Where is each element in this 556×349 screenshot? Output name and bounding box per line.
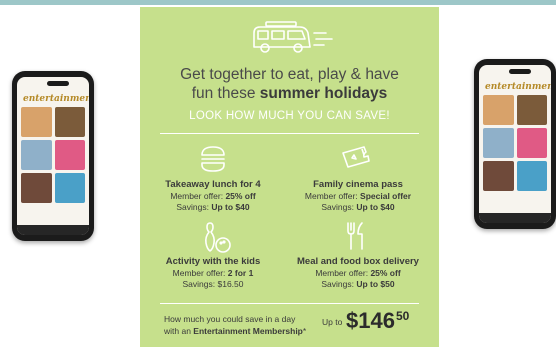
offer-savings-line: Savings: Up to $40 bbox=[285, 202, 431, 213]
footer-line-1: How much you could save in a day bbox=[164, 314, 296, 324]
offer-value: 2 for 1 bbox=[227, 268, 254, 278]
offer-tile bbox=[516, 161, 547, 191]
offer-value: Special offer bbox=[360, 191, 412, 201]
offer-label: Member offer: bbox=[315, 268, 371, 278]
cutlery-icon bbox=[347, 222, 363, 250]
offer-label: Member offer: bbox=[172, 268, 228, 278]
offer-tiles bbox=[21, 107, 85, 203]
footer-line-2: with an Entertainment Membership* bbox=[164, 325, 306, 337]
savings-value: Up to $40 bbox=[211, 202, 250, 212]
offer-tile bbox=[483, 128, 514, 158]
phone-notch bbox=[47, 81, 69, 86]
offer-tile bbox=[21, 173, 52, 203]
offer-member-line: Member offer: 25% off bbox=[140, 191, 286, 202]
offer-tile bbox=[516, 128, 547, 158]
price-dollars: $146 bbox=[346, 308, 395, 333]
offer-member-line: Member offer: 25% off bbox=[285, 268, 431, 279]
offer-savings-line: Savings: Up to $50 bbox=[285, 279, 431, 290]
phone-screen: entertainment bbox=[479, 65, 551, 223]
offer-tile bbox=[54, 140, 85, 170]
offer-value: 25% off bbox=[225, 191, 256, 201]
offer-tile bbox=[516, 95, 547, 125]
savings-label: Savings: bbox=[321, 202, 357, 212]
offer-tile bbox=[21, 140, 52, 170]
headline-line-2-bold: summer holidays bbox=[259, 85, 388, 102]
campervan-icon bbox=[253, 21, 333, 53]
top-divider bbox=[160, 133, 419, 134]
entertainment-logo: entertainment bbox=[485, 82, 551, 92]
savings-value: $16.50 bbox=[217, 279, 244, 289]
footer-text: How much you could save in a day with an… bbox=[164, 313, 306, 337]
offer-title: Family cinema pass bbox=[313, 179, 403, 190]
offer-savings-line: Savings: $16.50 bbox=[140, 279, 286, 290]
savings-label: Savings: bbox=[321, 279, 357, 289]
headline-line-2: fun these summer holidays bbox=[140, 84, 439, 103]
offer-tile bbox=[54, 107, 85, 137]
phone-nav-bar bbox=[17, 225, 89, 235]
phone-notch bbox=[509, 69, 531, 74]
offer-item-activity: Activity with the kids Member offer: 2 f… bbox=[140, 256, 286, 290]
phone-screen: entertainment bbox=[17, 77, 89, 235]
subheading: LOOK HOW MUCH YOU CAN SAVE! bbox=[189, 110, 390, 122]
offer-label: Member offer: bbox=[304, 191, 361, 201]
savings-label: Savings: bbox=[182, 279, 218, 289]
bottom-divider bbox=[160, 303, 419, 304]
offer-tiles bbox=[483, 95, 547, 191]
offer-title: Takeaway lunch for 4 bbox=[165, 179, 261, 190]
promo-panel: Get together to eat, play & have fun the… bbox=[140, 7, 439, 347]
offer-savings-line: Savings: Up to $40 bbox=[140, 202, 286, 213]
cinema-ticket-icon bbox=[342, 146, 370, 168]
offer-tile bbox=[54, 173, 85, 203]
headline-line-1: Get together to eat, play & have bbox=[180, 66, 399, 83]
burger-icon bbox=[201, 146, 225, 172]
top-accent-strip bbox=[0, 0, 556, 5]
bowling-icon bbox=[205, 222, 231, 253]
offer-tile bbox=[483, 95, 514, 125]
offer-item-cinema: Family cinema pass Member offer: Special… bbox=[285, 179, 431, 213]
footer-asterisk: * bbox=[302, 326, 307, 336]
offer-member-line: Member offer: Special offer bbox=[285, 191, 431, 202]
savings-footer: How much you could save in a day with an… bbox=[160, 308, 419, 337]
phone-mockup-left: entertainment bbox=[12, 71, 94, 241]
membership-name: Entertainment Membership bbox=[193, 326, 303, 336]
price-cents: 50 bbox=[395, 309, 410, 323]
offer-item-takeaway: Takeaway lunch for 4 Member offer: 25% o… bbox=[140, 179, 286, 213]
savings-value: Up to $50 bbox=[356, 279, 395, 289]
footer-line-2-prefix: with an bbox=[164, 326, 194, 336]
offer-label: Member offer: bbox=[170, 191, 226, 201]
offer-tile bbox=[21, 107, 52, 137]
headline: Get together to eat, play & have fun the… bbox=[140, 65, 439, 103]
savings-label: Savings: bbox=[176, 202, 212, 212]
upto-label: Up to bbox=[322, 317, 343, 327]
total-savings-price: $14650 bbox=[346, 308, 409, 334]
offer-member-line: Member offer: 2 for 1 bbox=[140, 268, 286, 279]
offer-value: 25% off bbox=[370, 268, 401, 278]
entertainment-logo: entertainment bbox=[23, 94, 89, 104]
offer-tile bbox=[483, 161, 514, 191]
offer-title: Meal and food box delivery bbox=[297, 256, 419, 267]
savings-value: Up to $40 bbox=[356, 202, 395, 212]
phone-mockup-right: entertainment bbox=[474, 59, 556, 229]
offer-item-meal-delivery: Meal and food box delivery Member offer:… bbox=[285, 256, 431, 290]
offer-title: Activity with the kids bbox=[165, 256, 261, 267]
headline-line-2-prefix: fun these bbox=[191, 85, 260, 102]
phone-nav-bar bbox=[479, 213, 551, 223]
